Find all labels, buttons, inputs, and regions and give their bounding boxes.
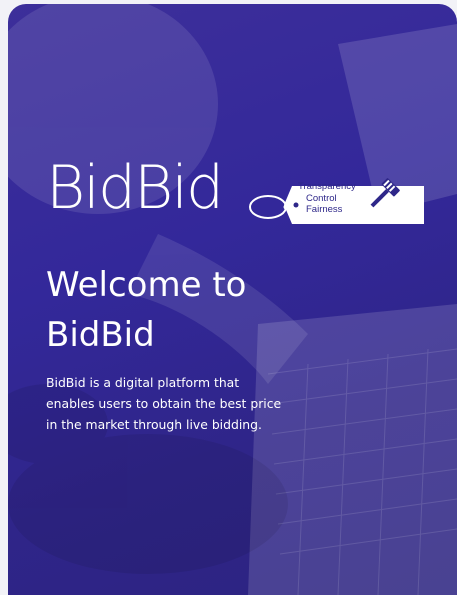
- gavel-icon: [370, 178, 400, 208]
- tagline-control: Control: [306, 192, 337, 204]
- tagline-fairness: Fairness: [306, 204, 343, 215]
- welcome-heading: Welcome to BidBid: [46, 260, 426, 360]
- welcome-card: BidBid Transparency Control Fairness Wel…: [8, 4, 457, 595]
- platform-description: BidBid is a digital platform that enable…: [46, 375, 282, 432]
- tagline-transparency: Transparency: [298, 181, 356, 192]
- welcome-line-1: Welcome to: [46, 265, 247, 305]
- welcome-line-2: BidBid: [46, 315, 155, 355]
- brand-tagline: Transparency Control Fairness: [298, 181, 356, 216]
- brand-name: BidBid: [46, 153, 224, 223]
